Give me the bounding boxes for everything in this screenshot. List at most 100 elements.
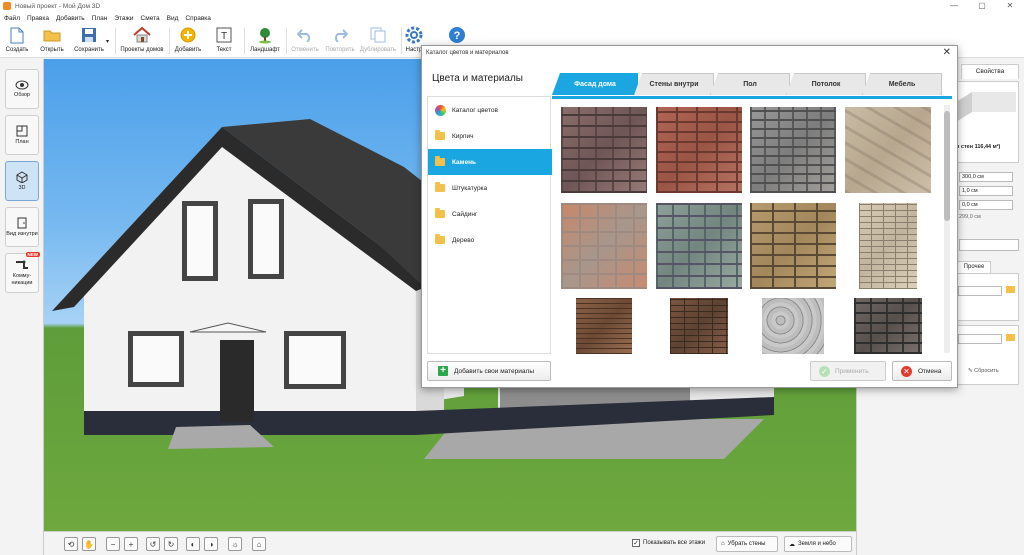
apply-button[interactable]: ✓ Применить [810, 361, 886, 381]
add-button[interactable]: Добавить [172, 24, 204, 58]
cloud-icon: ☁ [789, 541, 795, 548]
thickness-field[interactable]: 1,0 см [959, 186, 1013, 196]
material-swatch[interactable] [762, 298, 824, 354]
folder-icon [435, 208, 445, 218]
category-color-catalog[interactable]: Каталог цветов [428, 97, 552, 123]
menu-plan[interactable]: План [92, 15, 108, 22]
tab-inner-walls[interactable]: Стены внутри [634, 73, 714, 95]
tab-floor[interactable]: Пол [710, 73, 790, 95]
reset-button[interactable]: ✎ Сбросить [968, 368, 999, 374]
menu-help[interactable]: Справка [185, 15, 211, 22]
tab-properties[interactable]: Свойства [961, 64, 1019, 79]
folder-icon [435, 156, 445, 166]
dialog-close-icon[interactable]: ✕ [943, 46, 951, 60]
category-siding[interactable]: Сайдинг [428, 201, 552, 227]
eye-icon [15, 80, 29, 89]
checkbox-checked-icon: ✓ [632, 539, 640, 547]
material-swatch[interactable] [656, 203, 742, 289]
orbit-left-icon[interactable]: ◐ [186, 537, 200, 551]
zoom-in-icon[interactable]: + [124, 537, 138, 551]
tab-other[interactable]: Прочее [957, 261, 991, 273]
menu-add[interactable]: Добавить [56, 15, 85, 22]
house-projects-button[interactable]: Проекты домов [118, 24, 166, 58]
remove-walls-button[interactable]: ⌂ Убрать стены [716, 536, 778, 552]
close-window-button[interactable]: ✕ [996, 0, 1024, 12]
brush-icon: ✎ [968, 368, 973, 374]
upper-window-right-glass [253, 204, 279, 274]
wall-preview-card: в стен 116,44 м²) [953, 81, 1019, 163]
zoom-out-icon[interactable]: − [106, 537, 120, 551]
orbit-right-icon[interactable]: ◑ [204, 537, 218, 551]
material-swatch[interactable] [670, 298, 728, 354]
material-swatch[interactable] [750, 107, 836, 193]
menu-floors[interactable]: Этажи [114, 15, 133, 22]
plan-button[interactable]: План [5, 115, 39, 155]
save-button[interactable]: Сохранить [72, 24, 106, 58]
folder-icon[interactable] [1006, 286, 1015, 293]
menu-file[interactable]: Файл [4, 15, 20, 22]
toolbar-separator [244, 28, 245, 54]
material-swatch[interactable] [656, 107, 742, 193]
dialog-heading: Цвета и материалы [432, 73, 523, 84]
undo-button[interactable]: Отменить [289, 24, 321, 58]
texture-card-2: ✎ Сбросить [953, 325, 1019, 385]
category-brick[interactable]: Кирпич [428, 123, 552, 149]
material-swatch[interactable] [750, 203, 836, 289]
home-view-icon[interactable]: ⌂ [252, 537, 266, 551]
app-icon [3, 2, 11, 10]
category-stone[interactable]: Камень [428, 149, 562, 175]
folder-icon [435, 130, 445, 140]
house-icon [133, 26, 151, 44]
tab-facade[interactable]: Фасад дома [552, 73, 638, 95]
view-inside-button[interactable]: Вид изнутри [5, 207, 39, 247]
material-swatch[interactable] [845, 107, 931, 193]
material-swatch[interactable] [561, 203, 647, 289]
create-button[interactable]: Создать [3, 24, 31, 58]
window-title: Новый проект - Мой Дом 3D [15, 2, 101, 10]
texture-field-1[interactable] [958, 286, 1002, 296]
window-controls: — ▢ ✕ [940, 0, 1024, 12]
material-swatch[interactable] [854, 298, 922, 354]
menu-view[interactable]: Вид [167, 15, 179, 22]
3d-view-button[interactable]: 3D [5, 161, 39, 201]
minimize-button[interactable]: — [940, 0, 968, 12]
name-field[interactable] [959, 239, 1019, 251]
folder-icon[interactable] [1006, 334, 1015, 341]
toolbar-separator [169, 28, 170, 54]
scrollbar-thumb[interactable] [944, 111, 950, 221]
rotate-right-icon[interactable]: ↻ [164, 537, 178, 551]
material-swatch[interactable] [859, 203, 917, 289]
material-swatch[interactable] [576, 298, 632, 354]
duplicate-button[interactable]: Дублировать [358, 24, 398, 58]
communications-button[interactable]: NEW Комму-никации [5, 252, 40, 293]
menu-edit[interactable]: Правка [27, 15, 49, 22]
landscape-button[interactable]: Ландшафт [248, 24, 282, 58]
open-button[interactable]: Открыть [38, 24, 66, 58]
add-materials-button[interactable]: + Добавить свои материалы [427, 361, 551, 381]
offset-field[interactable]: 0,0 см [959, 200, 1013, 210]
save-dropdown-icon[interactable]: ▾ [106, 38, 109, 45]
text-button[interactable]: T Текст [210, 24, 238, 58]
cancel-button[interactable]: ✕ Отмена [892, 361, 952, 381]
material-swatch[interactable] [561, 107, 647, 193]
pan-hand-icon[interactable]: ✋ [82, 537, 96, 551]
rotate-view-icon[interactable]: ⟲ [64, 537, 78, 551]
menu-estimate[interactable]: Смета [141, 15, 160, 22]
walls-icon: ⌂ [721, 541, 725, 547]
light-bulb-icon[interactable]: ☼ [228, 537, 242, 551]
category-wood[interactable]: Дерево [428, 227, 552, 253]
tab-ceiling[interactable]: Потолок [786, 73, 866, 95]
redo-button[interactable]: Повторить [323, 24, 357, 58]
category-plaster[interactable]: Штукатурка [428, 175, 552, 201]
maximize-button[interactable]: ▢ [968, 0, 996, 12]
height-field[interactable]: 300,0 см [959, 172, 1013, 182]
rotate-left-icon[interactable]: ↺ [146, 537, 160, 551]
tab-furniture[interactable]: Мебель [862, 73, 942, 95]
folder-icon [435, 182, 445, 192]
overview-button[interactable]: Обзор [5, 69, 39, 109]
grid-scrollbar[interactable] [944, 105, 950, 353]
show-all-floors-checkbox[interactable]: ✓ Показывать все этажи [632, 539, 705, 547]
texture-field-2[interactable] [958, 334, 1002, 344]
lower-window-left-glass [133, 336, 179, 382]
earth-sky-button[interactable]: ☁ Земля и небо [784, 536, 852, 552]
